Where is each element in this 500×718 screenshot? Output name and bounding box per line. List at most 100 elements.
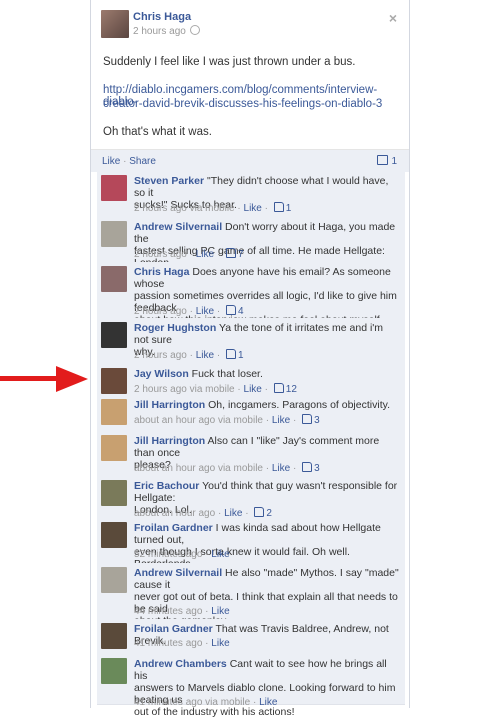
comment-like-link[interactable]: Like: [244, 203, 262, 214]
comment-item: Andrew Silvernail He also "made" Mythos.…: [97, 563, 405, 627]
comment-meta: 44 minutes ago · Like: [134, 606, 230, 617]
commenter-avatar[interactable]: [101, 522, 127, 548]
comment-text: Andrew Silvernail He also "made" Mythos.…: [134, 567, 399, 627]
commenter-avatar[interactable]: [101, 435, 127, 461]
comment-like-link[interactable]: Like: [211, 638, 229, 649]
commenter-name[interactable]: Andrew Silvernail: [134, 567, 222, 579]
comment-time[interactable]: 2 hours ago: [134, 306, 187, 317]
like-count[interactable]: 3: [314, 463, 320, 474]
commenter-name[interactable]: Steven Parker: [134, 175, 204, 187]
comment-text: Andrew Chambers Cant wait to see how he …: [134, 658, 399, 718]
thumbs-up-icon: [225, 248, 236, 258]
comment-like-link[interactable]: Like: [196, 350, 214, 361]
comment-time[interactable]: 2 hours ago: [134, 249, 187, 260]
separator: ·: [120, 156, 130, 167]
comment-time[interactable]: 2 hours ago: [134, 350, 187, 361]
like-count[interactable]: 1: [286, 203, 292, 214]
thumbs-up-icon: [302, 414, 313, 424]
comment-meta: about an hour ago via mobile · Like · 3: [134, 414, 320, 426]
commenter-avatar[interactable]: [101, 266, 127, 292]
comment-text: Jill Harrington Oh, incgamers. Paragons …: [134, 399, 399, 411]
comment-body: Fuck that loser.: [188, 368, 263, 380]
comment-item: Chris Haga Does anyone have his email? A…: [97, 262, 405, 326]
comment-meta: 2 hours ago · Like · 7: [134, 248, 244, 260]
post-author[interactable]: Chris Haga: [133, 11, 191, 23]
comment-meta: 2 hours ago via mobile · Like · 12: [134, 383, 297, 395]
comment-time[interactable]: 2 hours ago via mobile: [134, 203, 235, 214]
commenter-name[interactable]: Froilan Gardner: [134, 623, 213, 635]
comment-like-link[interactable]: Like: [244, 384, 262, 395]
comment-item: Jill Harrington Oh, incgamers. Paragons …: [97, 395, 405, 432]
like-count[interactable]: 1: [238, 350, 244, 361]
thumbs-up-icon: [225, 305, 236, 315]
close-icon[interactable]: ×: [389, 10, 397, 26]
commenter-name[interactable]: Andrew Silvernail: [134, 221, 222, 233]
like-count[interactable]: 12: [286, 384, 297, 395]
comment-time[interactable]: 52 minutes ago: [134, 549, 202, 560]
facebook-post-card: Chris Haga 2 hours ago × Suddenly I feel…: [90, 0, 410, 718]
globe-icon: [189, 25, 200, 35]
commenter-avatar[interactable]: [101, 567, 127, 593]
comment-time[interactable]: about an hour ago via mobile: [134, 463, 263, 474]
commenter-avatar[interactable]: [101, 368, 127, 394]
comment-icon: [377, 155, 389, 165]
comment-meta: 41 minutes ago · Like: [134, 638, 230, 649]
commenter-name[interactable]: Roger Hughston: [134, 322, 216, 334]
comment-time[interactable]: about an hour ago via mobile: [134, 415, 263, 426]
share-link[interactable]: Share: [129, 156, 156, 167]
comment-meta: 52 minutes ago · Like: [134, 549, 230, 560]
commenter-name[interactable]: Jill Harrington: [134, 435, 205, 447]
comment-like-link[interactable]: Like: [196, 306, 214, 317]
commenter-name[interactable]: Froilan Gardner: [134, 522, 213, 534]
comment-time[interactable]: 2 hours ago via mobile: [134, 384, 235, 395]
post-time[interactable]: 2 hours ago: [133, 25, 200, 37]
like-count[interactable]: 3: [314, 415, 320, 426]
comment-item: Jay Wilson Fuck that loser. 2 hours ago …: [97, 364, 405, 396]
commenter-avatar[interactable]: [101, 480, 127, 506]
comment-like-link[interactable]: Like: [272, 415, 290, 426]
commenter-avatar[interactable]: [101, 221, 127, 247]
commenter-avatar[interactable]: [101, 623, 127, 649]
like-link[interactable]: Like: [102, 156, 120, 167]
comment-time[interactable]: 44 minutes ago: [134, 606, 202, 617]
commenter-name[interactable]: Chris Haga: [134, 266, 189, 278]
post-message: Suddenly I feel like I was just thrown u…: [103, 56, 356, 68]
comment-meta: about an hour ago via mobile · Like · 3: [134, 462, 320, 474]
comment-time[interactable]: 41 minutes ago via mobile: [134, 697, 250, 708]
thumbs-up-icon: [225, 349, 236, 359]
commenter-name[interactable]: Jay Wilson: [134, 368, 189, 380]
thumbs-up-icon: [302, 462, 313, 472]
commenter-name[interactable]: Jill Harrington: [134, 399, 205, 411]
comment-meta: 2 hours ago · Like · 1: [134, 349, 244, 361]
like-count[interactable]: 7: [238, 249, 244, 260]
author-avatar[interactable]: [101, 10, 129, 38]
post-actions-bar: Like · Share 1: [91, 149, 409, 172]
comment-count[interactable]: 1: [377, 155, 397, 167]
comment-text: Chris Haga Does anyone have his email? A…: [134, 266, 399, 326]
commenter-name[interactable]: Eric Bachour: [134, 480, 199, 492]
comment-like-link[interactable]: Like: [272, 463, 290, 474]
commenter-avatar[interactable]: [101, 399, 127, 425]
post-link-line2[interactable]: creator-david-brevik-discusses-his-feeli…: [103, 98, 382, 110]
comment-like-link[interactable]: Like: [196, 249, 214, 260]
comment-item: Eric Bachour You'd think that guy wasn't…: [97, 476, 405, 519]
comment-item: Andrew Chambers Cant wait to see how he …: [97, 654, 405, 718]
comment-text: Jay Wilson Fuck that loser.: [134, 368, 399, 380]
comment-time[interactable]: 41 minutes ago: [134, 638, 202, 649]
post-header: Chris Haga 2 hours ago ×: [101, 10, 399, 40]
red-arrow-icon: [0, 366, 88, 392]
comment-like-link[interactable]: Like: [211, 549, 229, 560]
thumbs-up-icon: [273, 383, 284, 393]
commenter-avatar[interactable]: [101, 322, 127, 348]
comment-meta: 41 minutes ago via mobile · Like: [134, 697, 278, 708]
commenter-avatar[interactable]: [101, 175, 127, 201]
comment-item: Steven Parker "They didn't choose what I…: [97, 171, 405, 218]
post-followup: Oh that's what it was.: [103, 126, 212, 138]
comment-item: Jill Harrington Also can I "like" Jay's …: [97, 431, 405, 477]
comment-like-link[interactable]: Like: [211, 606, 229, 617]
comment-like-link[interactable]: Like: [259, 697, 277, 708]
commenter-name[interactable]: Andrew Chambers: [134, 658, 227, 670]
comment-item: Froilan Gardner I was kinda sad about ho…: [97, 518, 405, 570]
commenter-avatar[interactable]: [101, 658, 127, 684]
like-count[interactable]: 4: [238, 306, 244, 317]
